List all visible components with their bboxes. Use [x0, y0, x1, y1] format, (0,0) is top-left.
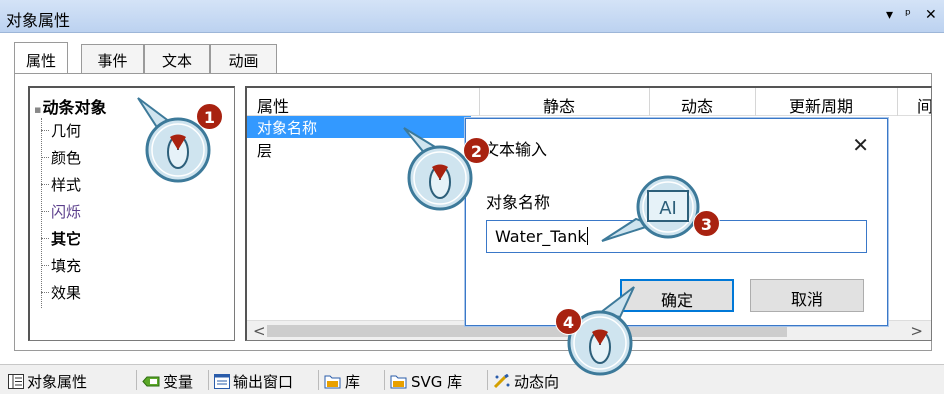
dialog-close-icon[interactable]: ✕	[852, 133, 869, 157]
properties-icon	[8, 374, 24, 389]
tree-root[interactable]: ▪动条对象	[34, 94, 106, 118]
column-header-property[interactable]: 属性	[257, 93, 289, 117]
statusbar-divider	[208, 370, 209, 390]
scrollbar-thumb[interactable]	[267, 325, 787, 337]
tree-item-flashing[interactable]: 闪烁	[41, 201, 81, 222]
variable-icon	[142, 376, 160, 387]
statusbar-divider	[318, 370, 319, 390]
statusbar-divider	[384, 370, 385, 390]
statusbar-tab-object-properties[interactable]: 对象属性	[8, 371, 87, 392]
wizard-icon	[493, 374, 510, 389]
tab-animation[interactable]: 动画	[210, 44, 277, 74]
column-divider[interactable]	[649, 88, 650, 116]
statusbar-tab-dynamic-wizard[interactable]: 动态向	[493, 371, 559, 392]
step-badge: 3	[693, 210, 720, 237]
tab-events[interactable]: 事件	[81, 44, 144, 74]
column-divider[interactable]	[479, 88, 480, 116]
tree-item-fill[interactable]: 填充	[41, 255, 81, 276]
scroll-right-icon[interactable]: >	[910, 322, 923, 340]
tree-item-effects[interactable]: 效果	[41, 282, 81, 303]
text-input-callout: AI	[601, 175, 700, 242]
tab-text[interactable]: 文本	[144, 44, 210, 74]
statusbar-divider	[136, 370, 137, 390]
statusbar-tab-library[interactable]: 库	[324, 371, 360, 392]
object-icon: ▪	[34, 103, 42, 116]
text-caret	[586, 227, 588, 245]
text-cursor-icon: AI	[659, 198, 677, 219]
statusbar-label: 对象属性	[27, 373, 88, 391]
cancel-button[interactable]: 取消	[750, 279, 864, 312]
tree-root-label: 动条对象	[42, 98, 107, 117]
svg-library-folder-icon	[390, 375, 407, 389]
statusbar-label: 库	[345, 373, 361, 391]
tree-item-style[interactable]: 样式	[41, 174, 81, 195]
column-header-indirect[interactable]: 间	[917, 93, 931, 117]
panel-title: 对象属性	[6, 11, 71, 30]
column-header-static[interactable]: 静态	[543, 93, 575, 117]
tree-item-color[interactable]: 颜色	[41, 147, 81, 168]
input-value: Water_Tank	[495, 227, 587, 246]
column-header-dynamic[interactable]: 动态	[681, 93, 713, 117]
tree-item-geometry[interactable]: 几何	[41, 120, 81, 141]
bottom-tabbar: 对象属性 变量 输出窗口 库 SVG 库 动态向	[0, 364, 944, 394]
tree-item-other[interactable]: 其它	[41, 228, 81, 249]
column-header-update-cycle[interactable]: 更新周期	[789, 93, 853, 117]
statusbar-label: 输出窗口	[233, 373, 294, 391]
statusbar-label: 变量	[163, 373, 194, 391]
step-badge: 1	[196, 103, 223, 130]
step-badge: 4	[555, 308, 582, 335]
library-folder-icon	[324, 375, 341, 389]
grid-header: 属性 静态 动态 更新周期 间	[247, 88, 931, 116]
statusbar-tab-svg-library[interactable]: SVG 库	[390, 371, 462, 392]
statusbar-divider	[487, 370, 488, 390]
statusbar-tab-output-window[interactable]: 输出窗口	[214, 371, 293, 392]
output-window-icon	[214, 374, 230, 389]
statusbar-tab-variables[interactable]: 变量	[142, 371, 193, 392]
close-icon[interactable]: ✕	[925, 7, 937, 23]
tab-properties[interactable]: 属性	[14, 42, 68, 73]
scroll-left-icon[interactable]: <	[253, 322, 266, 340]
column-divider[interactable]	[897, 88, 898, 116]
step-badge: 2	[463, 137, 490, 164]
statusbar-label: SVG 库	[411, 373, 463, 391]
pin-icon[interactable]: ᵖ	[905, 7, 911, 23]
mouse-click-callout	[403, 127, 473, 211]
mouse-click-callout	[137, 97, 211, 183]
dropdown-icon[interactable]: ▾	[886, 7, 893, 23]
statusbar-label: 动态向	[514, 373, 560, 391]
panel-titlebar: 对象属性 ▾ ᵖ ✕	[0, 0, 944, 33]
mouse-click-callout	[567, 286, 635, 376]
column-divider[interactable]	[755, 88, 756, 116]
